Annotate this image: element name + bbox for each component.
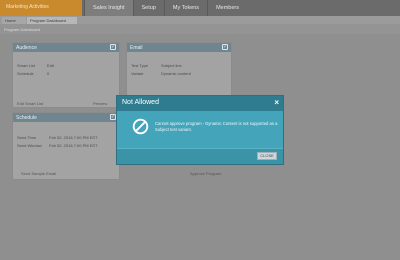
dialog-body: Cannot approve program - Dynamic Content…: [117, 111, 283, 148]
email-row-label: Variant: [131, 71, 144, 76]
checkmark-icon: ✓: [110, 44, 116, 50]
nav-item-setup[interactable]: Setup: [132, 0, 164, 16]
nav-item-my-tokens[interactable]: My Tokens: [163, 0, 207, 16]
tab-bar: Home Program Dashboard: [0, 16, 400, 24]
schedule-row-value: Feb 02, 2016 7:00 PM EST: [49, 135, 98, 140]
preview-link[interactable]: Preview: [93, 101, 107, 106]
not-allowed-dialog: Not Allowed × Cannot approve program - D…: [116, 95, 284, 165]
audience-card-title: Audience: [16, 45, 37, 51]
top-nav: Sales Insight Setup My Tokens Members: [84, 0, 247, 16]
tab-home[interactable]: Home: [2, 17, 26, 24]
dialog-footer: CLOSE: [117, 148, 283, 164]
checkmark-icon: ✓: [222, 44, 228, 50]
email-card-header: Email ✓: [127, 43, 231, 52]
audience-card: Audience ✓ Smart List Edit Schedule 0 Ed…: [12, 42, 120, 108]
email-row-value: Subject line: [161, 63, 182, 68]
email-row-value[interactable]: Dynamic content: [161, 71, 191, 76]
schedule-card-header: Schedule ✓: [13, 113, 119, 122]
top-nav-bar: Marketing Activities Sales Insight Setup…: [0, 0, 400, 16]
schedule-card-title: Schedule: [16, 115, 37, 121]
nav-item-members[interactable]: Members: [207, 0, 247, 16]
audience-row-value[interactable]: Edit: [47, 63, 54, 68]
breadcrumb-bar: Program Dashboard: [0, 24, 400, 34]
audience-row-label: Smart List: [17, 63, 36, 68]
schedule-row-value: Feb 02, 2016 7:00 PM EST: [49, 143, 98, 148]
dialog-message: Cannot approve program - Dynamic Content…: [155, 121, 278, 132]
approve-program-link[interactable]: Approve Program: [190, 171, 221, 176]
dialog-title: Not Allowed: [122, 99, 159, 106]
email-row-label: Test Type: [131, 63, 149, 68]
edit-smart-list-link[interactable]: Edit Smart List: [17, 101, 43, 106]
audience-row-label: Schedule: [17, 71, 34, 76]
schedule-row-label: Send Time: [17, 135, 37, 140]
brand-strip[interactable]: Marketing Activities: [0, 0, 82, 16]
brand-label: Marketing Activities: [6, 4, 49, 10]
audience-row-value: 0: [47, 71, 50, 76]
send-sample-email-link[interactable]: Send Sample Email: [21, 171, 56, 176]
close-icon[interactable]: ×: [274, 98, 279, 107]
email-card-title: Email: [130, 45, 143, 51]
breadcrumb: Program Dashboard: [4, 27, 41, 32]
dialog-header: Not Allowed ×: [117, 96, 283, 111]
schedule-card: Schedule ✓ Send Time Feb 02, 2016 7:00 P…: [12, 112, 120, 180]
nav-item-sales-insight[interactable]: Sales Insight: [84, 0, 133, 16]
schedule-row-label: Send Window: [17, 143, 42, 148]
close-button[interactable]: CLOSE: [257, 152, 277, 160]
tab-program-dashboard[interactable]: Program Dashboard: [27, 17, 77, 24]
audience-card-header: Audience ✓: [13, 43, 119, 52]
email-card: Email ✓ Test Type Subject line Variant D…: [126, 42, 232, 98]
prohibited-icon: [132, 118, 149, 135]
